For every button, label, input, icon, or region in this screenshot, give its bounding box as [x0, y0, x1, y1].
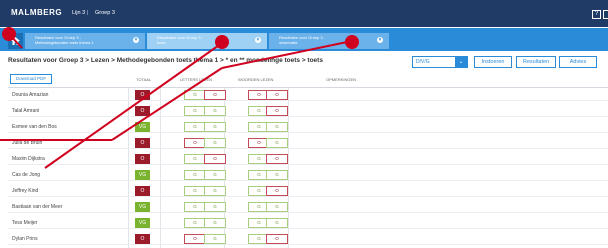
- score-cell[interactable]: O: [204, 154, 226, 164]
- tab-methodegebonden-toets[interactable]: Resultaten voor Groep 3 - Methodegebonden…: [25, 33, 145, 49]
- score-cell[interactable]: G: [184, 90, 206, 100]
- score-cell[interactable]: G: [184, 154, 206, 164]
- total-status-badge: VG: [135, 218, 150, 228]
- student-name[interactable]: Esmee van den Bos: [12, 124, 57, 130]
- breadcrumb-lijn[interactable]: Lijn 3: [72, 10, 85, 16]
- student-name[interactable]: Dounia Amazian: [12, 92, 48, 98]
- user-menu-button[interactable]: [603, 10, 608, 19]
- student-name[interactable]: Cas de Jong: [12, 172, 40, 178]
- score-cell[interactable]: G: [266, 170, 288, 180]
- score-cell[interactable]: G: [204, 122, 226, 132]
- score-cell[interactable]: G: [204, 138, 226, 148]
- home-button[interactable]: [8, 33, 23, 49]
- malmberg-logo[interactable]: MALMBERG: [11, 8, 62, 17]
- chevron-down-icon: ⌄: [455, 57, 467, 67]
- select-value: D/V/G: [416, 59, 430, 65]
- total-status-badge: O: [135, 154, 150, 164]
- score-cell[interactable]: G: [184, 122, 206, 132]
- score-cell[interactable]: G: [184, 218, 206, 228]
- student-name[interactable]: Talal Amrani: [12, 108, 39, 114]
- score-type-select[interactable]: D/V/G ⌄: [412, 56, 468, 68]
- score-cell[interactable]: O: [184, 138, 206, 148]
- help-icon[interactable]: ?: [592, 10, 601, 19]
- score-cell[interactable]: O: [266, 106, 288, 116]
- column-header-woorden-lezen: WOORDEN LEZEN: [238, 77, 274, 82]
- column-header-totaal: TOTAAL: [136, 77, 152, 82]
- top-header: [0, 0, 608, 27]
- score-cell[interactable]: O: [266, 186, 288, 196]
- total-status-badge: VG: [135, 202, 150, 212]
- score-cell[interactable]: G: [266, 122, 288, 132]
- close-icon[interactable]: ×: [255, 37, 261, 43]
- table-row[interactable]: Talal Amrani O G G G O: [8, 105, 608, 117]
- download-pdf-button[interactable]: Download PDF: [10, 74, 52, 84]
- score-cell[interactable]: G: [184, 202, 206, 212]
- score-cell[interactable]: G: [204, 106, 226, 116]
- table-row[interactable]: Julia de Bruin O O G O G: [8, 137, 608, 149]
- total-status-badge: O: [135, 90, 150, 100]
- tab-label: Resultaten voor Groep 3 - toets: [157, 35, 204, 45]
- score-cell[interactable]: G: [204, 186, 226, 196]
- tab-toets[interactable]: Resultaten voor Groep 3 - toets ×: [147, 33, 267, 49]
- student-name[interactable]: Dylan Prins: [12, 236, 38, 242]
- student-name[interactable]: Jeffrey Kind: [12, 188, 38, 194]
- score-cell[interactable]: O: [184, 234, 206, 244]
- score-cell[interactable]: G: [266, 202, 288, 212]
- score-cell[interactable]: O: [204, 90, 226, 100]
- table-header: Download PDF TOTAAL LETTERS LEZEN WOORDE…: [8, 72, 608, 88]
- column-header-opmerkingen: OPMERKINGEN: [326, 77, 357, 82]
- close-icon[interactable]: ×: [377, 37, 383, 43]
- total-status-badge: O: [135, 106, 150, 116]
- column-header-letters-lezen: LETTERS LEZEN: [180, 77, 213, 82]
- total-status-badge: O: [135, 138, 150, 148]
- score-cell[interactable]: O: [266, 154, 288, 164]
- score-cell[interactable]: G: [266, 138, 288, 148]
- instoeren-button[interactable]: Instoeren: [474, 56, 512, 68]
- score-cell[interactable]: G: [266, 218, 288, 228]
- table-row[interactable]: Jeffrey Kind O G G G O: [8, 185, 608, 197]
- score-cell[interactable]: G: [184, 170, 206, 180]
- total-status-badge: VG: [135, 170, 150, 180]
- advies-button[interactable]: Advies: [559, 56, 597, 68]
- table-row[interactable]: Dylan Prins O O G G O: [8, 233, 608, 245]
- score-cell[interactable]: G: [184, 106, 206, 116]
- score-cell[interactable]: G: [204, 202, 226, 212]
- student-name[interactable]: Bastiaan van der Meer: [12, 204, 62, 210]
- score-cell[interactable]: G: [204, 170, 226, 180]
- score-cell[interactable]: G: [204, 234, 226, 244]
- table-row[interactable]: Cas de Jong VG G G G G: [8, 169, 608, 181]
- breadcrumb-separator: |: [87, 10, 89, 16]
- table-row[interactable]: Tess Meijer VG G G G G: [8, 217, 608, 229]
- student-name[interactable]: Julia de Bruin: [12, 140, 42, 146]
- score-cell[interactable]: O: [266, 234, 288, 244]
- tab-label: Resultaten voor Groep 3 - Methodegebonden…: [35, 35, 94, 45]
- resultaten-button[interactable]: Resultaten: [516, 56, 556, 68]
- page-title: Resultaten voor Groep 3 > Lezen > Method…: [8, 57, 323, 64]
- score-cell[interactable]: O: [266, 90, 288, 100]
- breadcrumb-groep[interactable]: Groep 3: [95, 10, 115, 16]
- total-status-badge: VG: [135, 122, 150, 132]
- total-status-badge: O: [135, 186, 150, 196]
- table-row[interactable]: Maxim Dijkstra O G O G O: [8, 153, 608, 165]
- total-status-badge: O: [135, 234, 150, 244]
- table-row[interactable]: Dounia Amazian O G O O O: [8, 89, 608, 101]
- student-name[interactable]: Tess Meijer: [12, 220, 37, 226]
- table-row[interactable]: Bastiaan van der Meer VG G G G G: [8, 201, 608, 213]
- tab-label: Resultaten voor Groep 3 - observatie: [279, 35, 326, 45]
- score-cell[interactable]: G: [184, 186, 206, 196]
- score-cell[interactable]: G: [204, 218, 226, 228]
- close-icon[interactable]: ×: [133, 37, 139, 43]
- student-name[interactable]: Maxim Dijkstra: [12, 156, 45, 162]
- table-row[interactable]: Esmee van den Bos VG G G G G: [8, 121, 608, 133]
- tab-observatie[interactable]: Resultaten voor Groep 3 - observatie ×: [269, 33, 389, 49]
- home-icon: [11, 37, 20, 45]
